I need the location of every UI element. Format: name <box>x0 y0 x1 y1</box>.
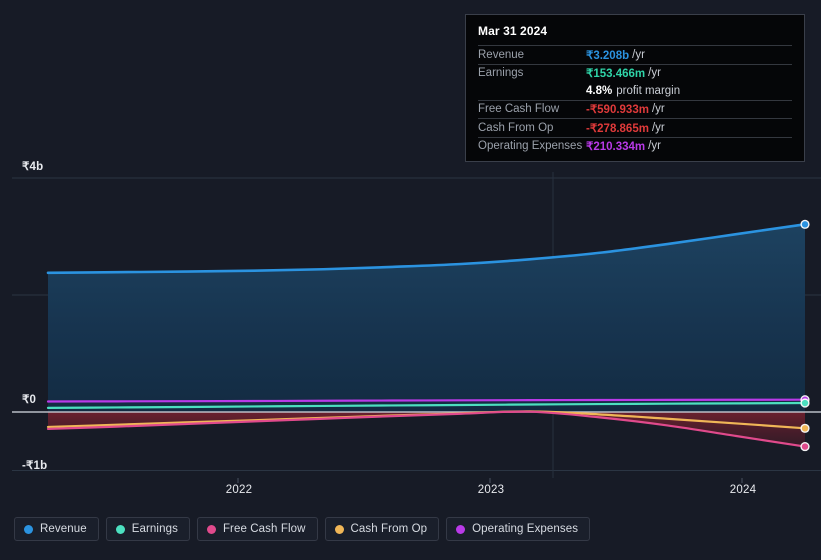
legend-label-free-cash-flow: Free Cash Flow <box>222 523 306 535</box>
tooltip-label-operating-expenses: Operating Expenses <box>478 140 583 153</box>
tooltip-unit-earnings: /yr <box>648 67 661 80</box>
tooltip-value-profit-margin: 4.8% <box>586 84 613 97</box>
legend-item-cash-from-op[interactable]: Cash From Op <box>324 517 440 541</box>
data-point-tooltip: Mar 31 2024 Revenue ₹3.208b /yr Earnings… <box>465 14 805 162</box>
tooltip-unit-free-cash-flow: /yr <box>651 103 665 116</box>
tooltip-unit-operating-expenses: /yr <box>648 140 661 153</box>
tooltip-row-profit-margin: 4.8% profit margin <box>478 82 792 100</box>
tooltip-row-cash-from-op: Cash From Op -₹278.865m /yr <box>478 118 792 137</box>
tooltip-row-earnings: Earnings ₹153.466m /yr <box>478 63 792 83</box>
legend-dot-cash-from-op-icon <box>334 524 344 534</box>
tooltip-label-revenue: Revenue <box>478 48 525 61</box>
tooltip-label-cash-from-op: Cash From Op <box>478 121 554 134</box>
tooltip-value-free-cash-flow: -₹590.933m <box>586 104 649 117</box>
x-axis-tick-2023: 2023 <box>477 484 505 496</box>
tooltip-value-cash-from-op: -₹278.865m <box>586 122 649 135</box>
y-axis-tick-minus-1b: -₹1b <box>22 460 48 472</box>
legend-label-cash-from-op: Cash From Op <box>350 523 428 535</box>
legend-item-free-cash-flow[interactable]: Free Cash Flow <box>196 517 318 541</box>
legend-dot-revenue-icon <box>24 524 33 534</box>
legend-dot-earnings-icon <box>115 524 125 534</box>
tooltip-label-free-cash-flow: Free Cash Flow <box>478 103 560 116</box>
x-axis-tick-2024: 2024 <box>729 484 757 496</box>
tooltip-unit-cash-from-op: /yr <box>651 121 665 134</box>
chart-legend: Revenue Earnings Free Cash Flow Cash Fro… <box>14 517 591 541</box>
financial-performance-chart: ₹4b ₹0 -₹1b 2022 2023 2024 Mar 31 2024 R… <box>0 0 821 560</box>
tooltip-label-earnings: Earnings <box>478 67 524 80</box>
tooltip-value-earnings: ₹153.466m <box>586 68 646 81</box>
tooltip-title: Mar 31 2024 <box>478 24 548 38</box>
tooltip-value-operating-expenses: ₹210.334m <box>586 141 646 154</box>
tooltip-unit-revenue: /yr <box>632 48 645 61</box>
tooltip-value-revenue: ₹3.208b <box>586 49 630 62</box>
legend-item-revenue[interactable]: Revenue <box>14 517 99 541</box>
y-axis-tick-0: ₹0 <box>22 394 37 406</box>
legend-dot-free-cash-flow-icon <box>206 524 216 534</box>
y-axis-tick-4b: ₹4b <box>22 161 44 173</box>
legend-item-operating-expenses[interactable]: Operating Expenses <box>446 517 591 541</box>
legend-item-earnings[interactable]: Earnings <box>105 517 190 541</box>
x-axis-tick-2022: 2022 <box>225 484 253 496</box>
tooltip-row-operating-expenses: Operating Expenses ₹210.334m /yr <box>478 136 792 156</box>
tooltip-row-revenue: Revenue ₹3.208b /yr <box>478 45 792 64</box>
tooltip-row-free-cash-flow: Free Cash Flow -₹590.933m /yr <box>478 99 792 119</box>
legend-dot-operating-expenses-icon <box>456 524 466 534</box>
legend-label-earnings: Earnings <box>131 523 178 535</box>
legend-label-operating-expenses: Operating Expenses <box>472 523 579 535</box>
legend-label-revenue: Revenue <box>40 523 87 535</box>
tooltip-sub-profit-margin: profit margin <box>616 84 681 97</box>
